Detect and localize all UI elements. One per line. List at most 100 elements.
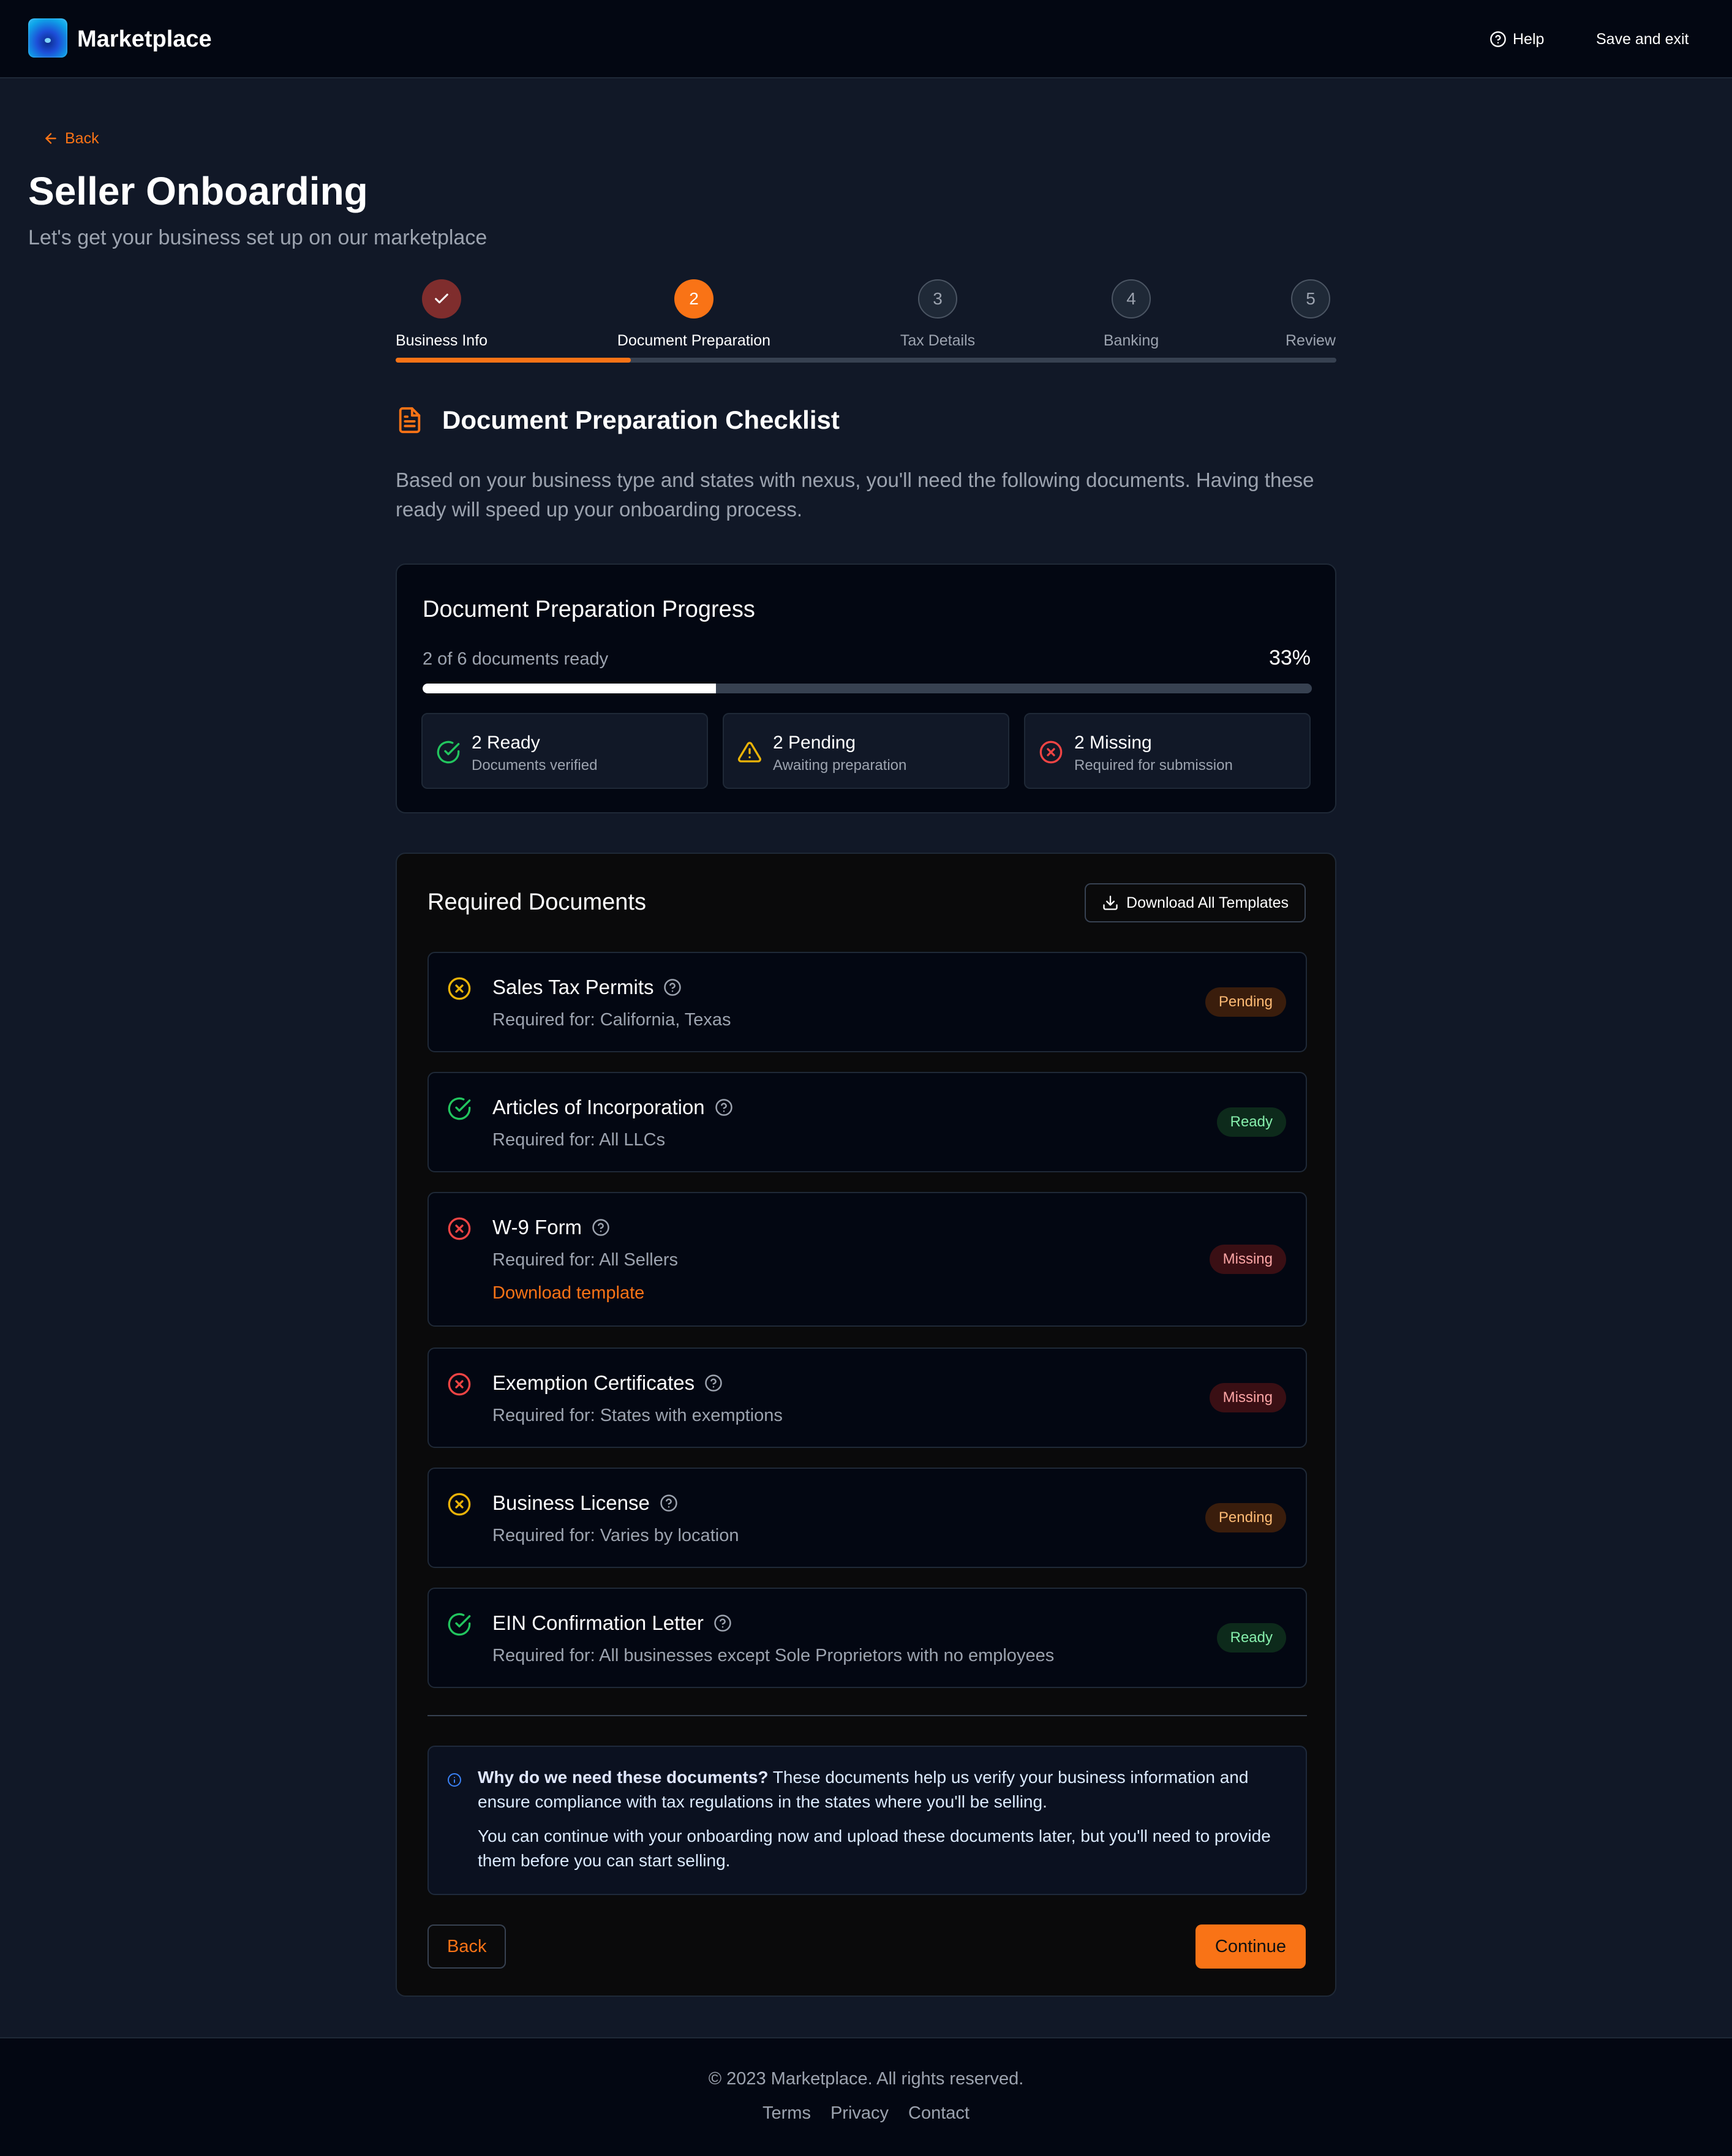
document-name-label: Sales Tax Permits bbox=[492, 976, 654, 998]
progress-percent: 33% bbox=[1268, 646, 1311, 669]
stat-sub: Documents verified bbox=[472, 757, 598, 774]
info-paragraph-1: Why do we need these documents? These do… bbox=[478, 1765, 1274, 1814]
help-circle-icon[interactable] bbox=[592, 1218, 610, 1237]
stat-main: 2 Missing bbox=[1074, 733, 1152, 753]
copyright-text: © 2023 Marketplace. All rights reserved. bbox=[708, 2069, 1024, 2089]
step-banking[interactable]: 4 Banking bbox=[1102, 279, 1160, 350]
download-all-templates-button[interactable]: Download All Templates bbox=[1085, 883, 1306, 922]
step-3-circle: 3 bbox=[918, 279, 957, 318]
step-2-circle: 2 bbox=[674, 279, 714, 318]
document-requirement: Required for: All businesses except Sole… bbox=[492, 1646, 1055, 1665]
footer-link-terms[interactable]: Terms bbox=[762, 2103, 811, 2124]
back-button[interactable]: Back bbox=[427, 1924, 506, 1969]
back-link-label: Back bbox=[65, 129, 99, 147]
x-circle-icon bbox=[448, 977, 471, 1000]
document-name-label: Articles of Incorporation bbox=[492, 1096, 705, 1118]
required-documents-card: Required Documents Download All Template… bbox=[396, 853, 1336, 1997]
help-circle-icon bbox=[1490, 31, 1506, 47]
document-icon bbox=[399, 407, 421, 434]
help-circle-icon[interactable] bbox=[704, 1374, 723, 1392]
status-badge: Ready bbox=[1216, 1623, 1286, 1653]
status-badge: Missing bbox=[1209, 1245, 1286, 1274]
marketplace-logo[interactable] bbox=[28, 18, 67, 58]
document-requirement: Required for: States with exemptions bbox=[492, 1406, 783, 1425]
help-circle-icon[interactable] bbox=[715, 1098, 733, 1117]
step-label: Tax Details bbox=[900, 332, 976, 349]
step-1-circle bbox=[422, 279, 461, 318]
document-name: Sales Tax Permits bbox=[492, 974, 682, 1001]
required-documents-title: Required Documents bbox=[427, 889, 646, 915]
document-requirement: Required for: All LLCs bbox=[492, 1130, 666, 1150]
missing-stat: 2 Missing Required for submission bbox=[1024, 713, 1311, 789]
onboarding-stepper: Business Info 2 Document Preparation 3 T… bbox=[396, 279, 1336, 365]
continue-button[interactable]: Continue bbox=[1195, 1924, 1306, 1969]
stat-sub: Awaiting preparation bbox=[773, 757, 907, 774]
step-label: Document Preparation bbox=[617, 332, 771, 349]
document-item-exemption-certificates[interactable]: Exemption Certificates Required for: Sta… bbox=[427, 1348, 1307, 1448]
checklist-intro: Based on your business type and states w… bbox=[396, 469, 1314, 521]
download-icon bbox=[1103, 895, 1118, 910]
save-and-exit-button[interactable]: Save and exit bbox=[1596, 27, 1689, 51]
document-item-sales-tax-permits[interactable]: Sales Tax Permits Required for: Californ… bbox=[427, 952, 1307, 1052]
back-link[interactable]: Back bbox=[43, 129, 99, 148]
check-circle-icon bbox=[448, 1613, 471, 1636]
x-circle-icon bbox=[448, 1217, 471, 1240]
status-badge: Pending bbox=[1205, 987, 1286, 1017]
status-badge: Pending bbox=[1205, 1503, 1286, 1532]
status-badge: Missing bbox=[1209, 1383, 1286, 1412]
step-business-info[interactable]: Business Info bbox=[396, 279, 488, 350]
help-button[interactable]: Help bbox=[1489, 27, 1544, 51]
warning-triangle-icon bbox=[737, 742, 761, 763]
document-item-w9-form[interactable]: W-9 Form Required for: All Sellers Downl… bbox=[427, 1192, 1307, 1327]
progress-count: 2 of 6 documents ready bbox=[423, 649, 609, 669]
footer-link-privacy[interactable]: Privacy bbox=[830, 2103, 889, 2124]
document-name-label: EIN Confirmation Letter bbox=[492, 1611, 704, 1634]
stat-main: 2 Ready bbox=[472, 733, 540, 753]
download-all-label: Download All Templates bbox=[1126, 894, 1289, 911]
check-circle-icon bbox=[437, 741, 460, 764]
info-icon bbox=[448, 1773, 461, 1787]
progress-card: Document Preparation Progress 2 of 6 doc… bbox=[396, 564, 1336, 813]
page-title: Seller Onboarding bbox=[28, 169, 368, 213]
step-5-circle: 5 bbox=[1291, 279, 1330, 318]
step-label: Banking bbox=[1103, 332, 1159, 349]
check-circle-icon bbox=[448, 1097, 471, 1120]
document-name: Business License bbox=[492, 1490, 678, 1517]
step-document-preparation[interactable]: 2 Document Preparation bbox=[616, 279, 772, 350]
help-circle-icon[interactable] bbox=[663, 978, 682, 997]
document-name: W-9 Form bbox=[492, 1214, 610, 1241]
ready-stat: 2 Ready Documents verified bbox=[421, 713, 708, 789]
document-name-label: W-9 Form bbox=[492, 1216, 582, 1238]
arrow-left-icon bbox=[45, 133, 56, 144]
document-item-ein-confirmation-letter[interactable]: EIN Confirmation Letter Required for: Al… bbox=[427, 1588, 1307, 1688]
help-circle-icon[interactable] bbox=[660, 1494, 678, 1512]
step-tax-details[interactable]: 3 Tax Details bbox=[899, 279, 976, 350]
document-name: EIN Confirmation Letter bbox=[492, 1610, 732, 1637]
page-subtitle: Let's get your business set up on our ma… bbox=[28, 226, 488, 249]
document-requirement: Required for: California, Texas bbox=[492, 1010, 731, 1030]
document-item-business-license[interactable]: Business License Required for: Varies by… bbox=[427, 1468, 1307, 1568]
x-circle-icon bbox=[448, 1373, 471, 1396]
x-circle-icon bbox=[448, 1493, 471, 1516]
help-label: Help bbox=[1513, 30, 1545, 48]
checklist-header: Document Preparation Checklist bbox=[396, 402, 840, 439]
stepper-progress-track bbox=[396, 358, 1336, 363]
step-4-circle: 4 bbox=[1112, 279, 1151, 318]
document-name: Exemption Certificates bbox=[492, 1370, 723, 1396]
page-footer: © 2023 Marketplace. All rights reserved.… bbox=[0, 2037, 1732, 2156]
stat-main: 2 Pending bbox=[773, 733, 856, 753]
section-divider bbox=[427, 1715, 1307, 1716]
document-item-articles-of-incorporation[interactable]: Articles of Incorporation Required for: … bbox=[427, 1072, 1307, 1172]
status-badge: Ready bbox=[1216, 1107, 1286, 1137]
step-review[interactable]: 5 Review bbox=[1285, 279, 1336, 350]
info-callout: Why do we need these documents? These do… bbox=[427, 1746, 1307, 1895]
document-requirement: Required for: Varies by location bbox=[492, 1526, 739, 1545]
help-circle-icon[interactable] bbox=[714, 1614, 732, 1632]
brand-name[interactable]: Marketplace bbox=[77, 24, 212, 54]
step-label: Business Info bbox=[395, 332, 488, 349]
footer-link-contact[interactable]: Contact bbox=[908, 2103, 970, 2124]
download-template-link[interactable]: Download template bbox=[492, 1281, 644, 1305]
document-requirement: Required for: All Sellers bbox=[492, 1250, 679, 1270]
document-name-label: Business License bbox=[492, 1491, 650, 1514]
top-nav-bar: Marketplace Help Save and exit bbox=[0, 0, 1732, 78]
